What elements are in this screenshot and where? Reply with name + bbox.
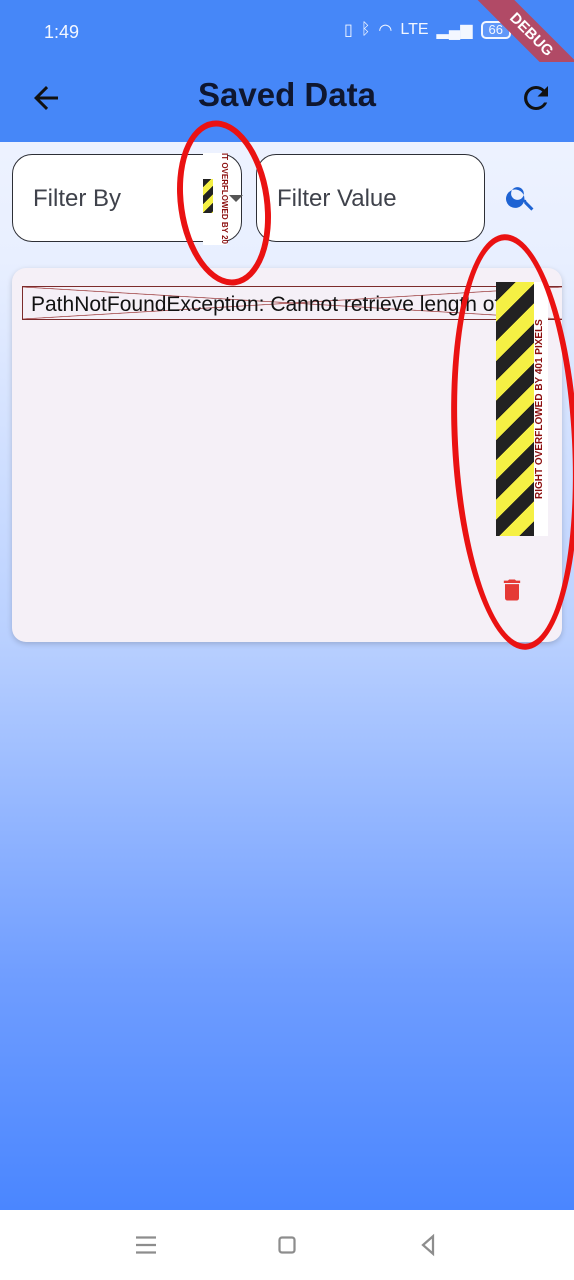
overflow-indicator: RIGHT OVERFLOWED BY 401 PIXELS <box>496 282 548 536</box>
search-icon[interactable] <box>504 180 538 214</box>
page-title: Saved Data <box>198 76 376 113</box>
filter-by-dropdown[interactable]: Filter By IT OVERFLOWED BY 20 <box>12 153 243 245</box>
filter-value-placeholder: Filter Value <box>277 185 397 212</box>
saved-data-card: PathNotFoundException: Cannot retrieve l… <box>12 268 562 642</box>
menu-icon[interactable] <box>131 1230 161 1260</box>
status-icons: ▯ ᛒ ◠ LTE ▂▄▆ 66 <box>344 20 511 40</box>
bluetooth-icon: ᛒ <box>360 21 371 38</box>
overflow-label: IT OVERFLOWED BY 20 <box>220 153 229 244</box>
chevron-down-icon <box>229 195 243 202</box>
status-time: 1:49 <box>44 22 80 42</box>
network-label: LTE <box>400 21 429 38</box>
app-bar: Saved Data <box>0 62 574 142</box>
signal-icon: ▂▄▆ <box>436 22 473 39</box>
status-bar: 1:49 ▯ ᛒ ◠ LTE ▂▄▆ 66 DEBUG <box>0 0 574 105</box>
trash-icon[interactable] <box>498 574 526 606</box>
vibrate-icon: ▯ <box>344 22 353 39</box>
overflow-stripes <box>496 282 534 536</box>
back-triangle-icon[interactable] <box>413 1230 443 1260</box>
filter-overflow-indicator: IT OVERFLOWED BY 20 <box>203 153 229 245</box>
refresh-icon[interactable] <box>518 80 554 116</box>
filter-by-label: Filter By <box>33 185 122 212</box>
system-navigation-bar <box>0 1210 574 1280</box>
error-message: PathNotFoundException: Cannot retrieve l… <box>31 293 533 316</box>
error-row: PathNotFoundException: Cannot retrieve l… <box>22 286 562 320</box>
overflow-label: RIGHT OVERFLOWED BY 401 PIXELS <box>534 319 545 499</box>
filter-value-input[interactable]: Filter Value <box>256 154 485 242</box>
wifi-icon: ◠ <box>378 22 393 39</box>
home-icon[interactable] <box>272 1230 302 1260</box>
overflow-stripes <box>203 179 213 213</box>
